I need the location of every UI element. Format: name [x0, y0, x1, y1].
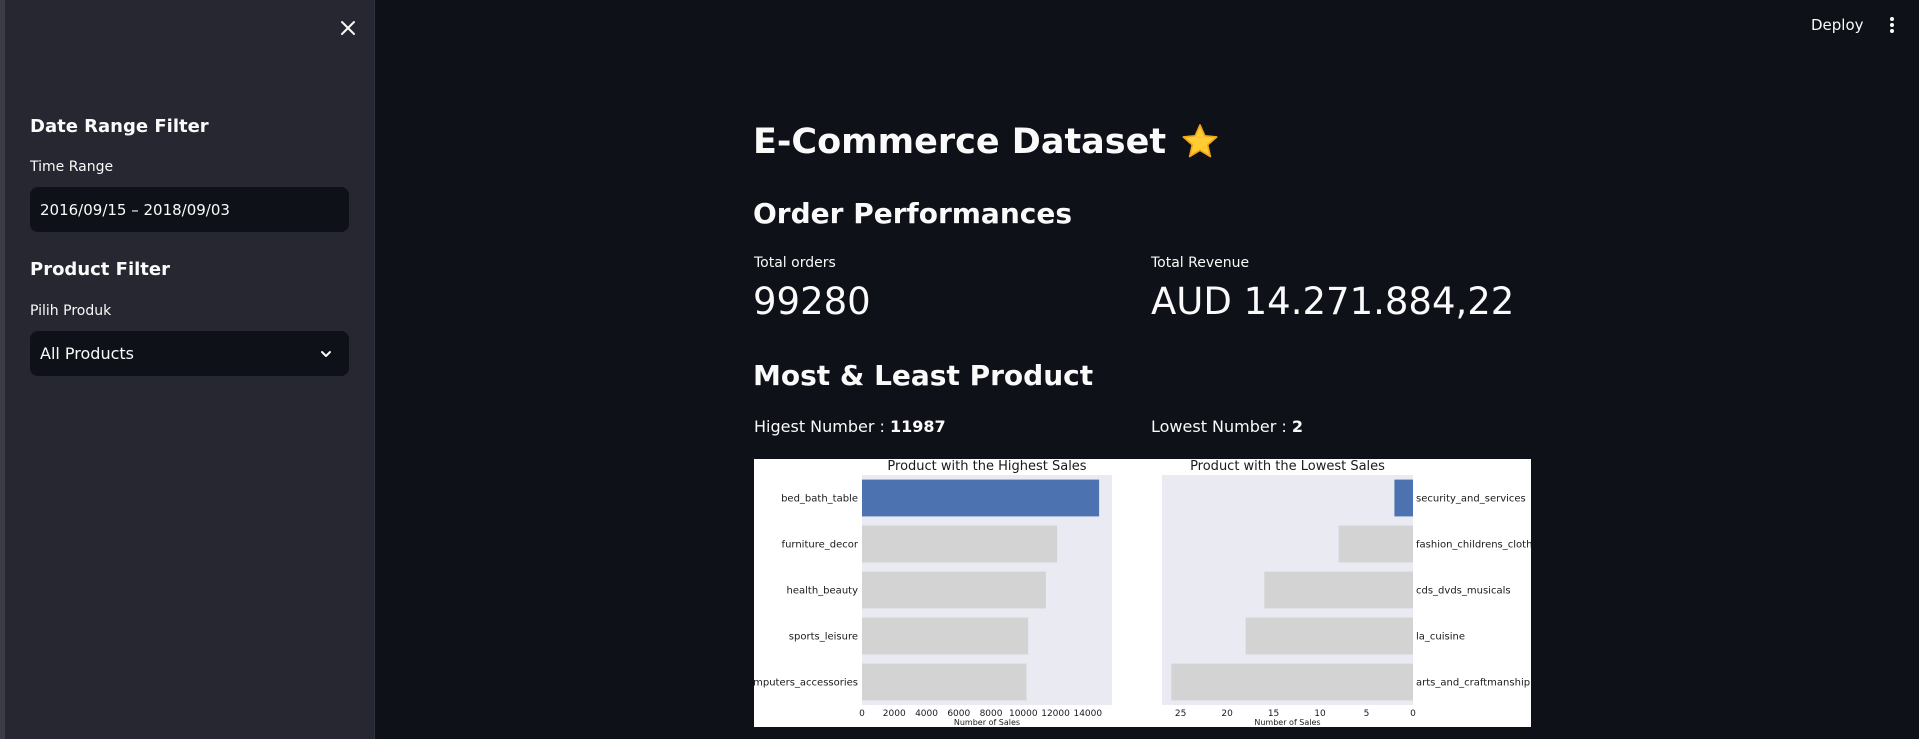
- page-title: E-Commerce Dataset: [753, 122, 1220, 162]
- main-menu-button[interactable]: [1884, 14, 1900, 36]
- date-range-filter-heading: Date Range Filter: [30, 116, 209, 137]
- chart-title: Product with the Highest Sales: [887, 459, 1086, 474]
- x-axis-label: Number of Sales: [954, 718, 1020, 727]
- product-select-label: Pilih Produk: [30, 303, 112, 319]
- sidebar-edge: [0, 0, 5, 739]
- highest-number-value: 11987: [890, 417, 946, 436]
- total-orders-value: 99280: [753, 280, 871, 323]
- lowest-number-value: 2: [1291, 417, 1304, 436]
- x-tick-label: 14000: [1073, 709, 1102, 719]
- x-tick-label: 2000: [883, 709, 906, 719]
- highest-number-label: Higest Number :: [754, 417, 891, 436]
- y-tick-label: health_beauty: [787, 586, 859, 597]
- chevron-down-icon: [321, 350, 331, 357]
- y-tick-label: arts_and_craftmanship: [1416, 678, 1530, 689]
- chart-bar: [1171, 663, 1413, 701]
- x-tick-label: 4000: [915, 709, 938, 719]
- order-performances-heading: Order Performances: [753, 197, 1073, 230]
- total-revenue-label: Total Revenue: [1151, 255, 1250, 271]
- x-tick-label: 0: [859, 709, 865, 719]
- chart-bar: [1245, 617, 1413, 655]
- total-revenue-value: AUD 14.271.884,22: [1151, 280, 1515, 323]
- y-tick-label: security_and_services: [1416, 494, 1526, 505]
- time-range-value: 2016/09/15 – 2018/09/03: [40, 200, 230, 219]
- total-orders-label: Total orders: [754, 255, 836, 271]
- chart-bar: [862, 525, 1058, 563]
- x-tick-label: 0: [1410, 709, 1416, 719]
- y-tick-label: la_cuisine: [1416, 632, 1465, 643]
- x-tick-label: 25: [1175, 709, 1186, 719]
- chart-title: Product with the Lowest Sales: [1190, 459, 1385, 474]
- x-tick-label: 5: [1364, 709, 1370, 719]
- y-tick-label: computers_accessories: [754, 678, 858, 689]
- most-least-product-heading: Most & Least Product: [753, 359, 1094, 392]
- time-range-label: Time Range: [30, 159, 114, 175]
- lowest-number-line: Lowest Number : 2: [1151, 417, 1303, 436]
- sidebar: Date Range Filter Time Range 2016/09/15 …: [0, 0, 375, 739]
- sales-charts-svg: Product with the Highest Sales bed_bath_t…: [754, 459, 1531, 727]
- chart-bar: [1338, 525, 1413, 563]
- y-tick-label: cds_dvds_musicals: [1416, 586, 1511, 597]
- y-tick-label: bed_bath_table: [781, 494, 858, 505]
- product-select-value: All Products: [40, 344, 135, 363]
- star-icon: [1182, 124, 1218, 158]
- x-tick-label: 20: [1221, 709, 1233, 719]
- chart-bar: [1264, 571, 1413, 609]
- time-range-input[interactable]: 2016/09/15 – 2018/09/03: [30, 187, 349, 232]
- chart-bar: [862, 663, 1027, 701]
- product-filter-heading: Product Filter: [30, 259, 171, 280]
- chart-bar: [862, 479, 1100, 517]
- y-tick-label: fashion_childrens_clothes: [1416, 540, 1531, 551]
- highest-number-line: Higest Number : 11987: [754, 417, 946, 436]
- product-select[interactable]: All Products: [30, 331, 349, 376]
- more-vertical-icon: [1890, 17, 1894, 33]
- close-sidebar-button[interactable]: [334, 14, 362, 42]
- close-icon: [341, 21, 355, 35]
- chart-bar: [862, 617, 1029, 655]
- y-tick-label: sports_leisure: [789, 632, 858, 643]
- chart-bar: [1394, 479, 1413, 517]
- x-axis-label: Number of Sales: [1254, 718, 1320, 727]
- lowest-number-label: Lowest Number :: [1151, 417, 1292, 436]
- chart-bar: [862, 571, 1046, 609]
- sales-figure: Product with the Highest Sales bed_bath_t…: [754, 459, 1531, 727]
- deploy-button[interactable]: Deploy: [1805, 14, 1870, 36]
- page-title-text: E-Commerce Dataset: [753, 122, 1167, 162]
- x-tick-label: 12000: [1041, 709, 1070, 719]
- y-tick-label: furniture_decor: [782, 540, 859, 551]
